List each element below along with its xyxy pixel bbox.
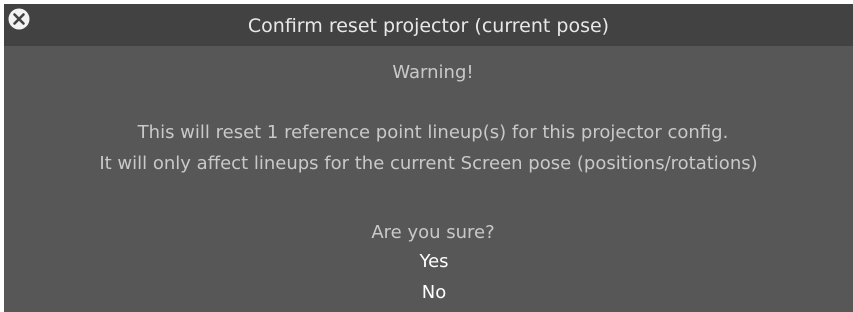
question-text: Are you sure?: [371, 222, 495, 243]
yes-option-row: Yes: [4, 249, 853, 275]
no-option-row: No: [4, 280, 853, 306]
no-button[interactable]: No: [414, 280, 454, 306]
dialog-titlebar: Confirm reset projector (current pose): [4, 4, 853, 46]
yes-button[interactable]: Yes: [411, 249, 456, 275]
close-icon[interactable]: [7, 7, 31, 31]
message-line-2: It will only affect lineups for the curr…: [99, 153, 758, 174]
confirm-reset-dialog: Confirm reset projector (current pose) W…: [4, 4, 853, 312]
message-line-1: This will reset 1 reference point lineup…: [137, 122, 729, 143]
dialog-title: Confirm reset projector (current pose): [247, 15, 610, 37]
warning-text: Warning!: [392, 62, 474, 83]
